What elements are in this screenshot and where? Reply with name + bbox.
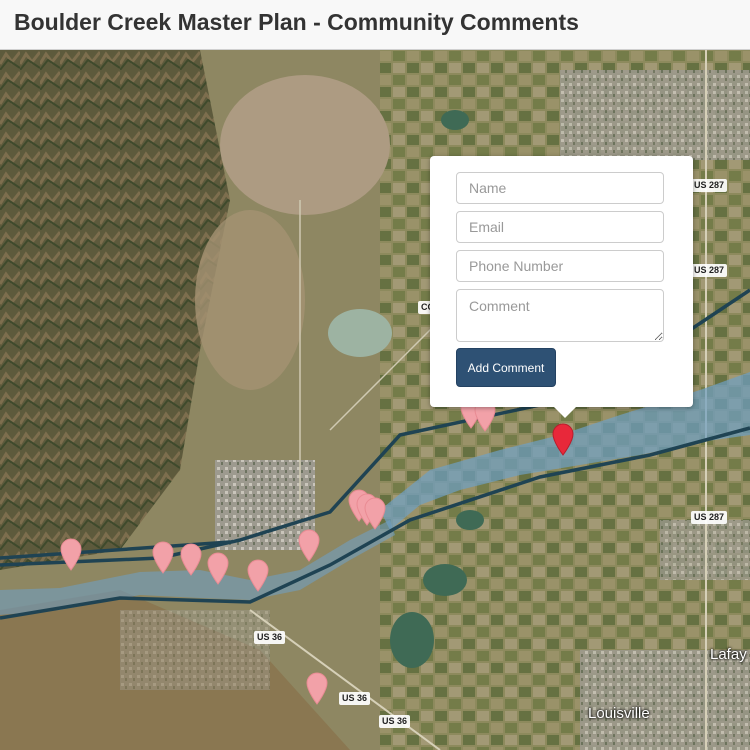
name-input[interactable]: [456, 172, 664, 204]
road-label-us287-south: US 287: [691, 511, 728, 524]
map-pin-icon: [306, 672, 328, 705]
comment-marker[interactable]: [305, 671, 329, 705]
map-pin-icon: [207, 552, 229, 585]
comment-marker[interactable]: [59, 537, 83, 571]
map-pin-icon: [180, 543, 202, 576]
town-label-lafayette: Lafay: [710, 646, 747, 663]
road-label-us287-north: US 287: [691, 179, 728, 192]
add-comment-button[interactable]: Add Comment: [456, 348, 556, 387]
map-pin-icon: [152, 541, 174, 574]
map-pin-icon: [247, 559, 269, 592]
map-pin-icon: [364, 497, 386, 530]
comment-marker[interactable]: [297, 528, 321, 562]
header-bar: Boulder Creek Master Plan - Community Co…: [0, 0, 750, 50]
road-label-us287-middle: US 287: [691, 264, 728, 277]
comment-marker[interactable]: [246, 558, 270, 592]
popup-pointer: [554, 407, 576, 418]
phone-number-input[interactable]: [456, 250, 664, 282]
comment-marker[interactable]: [363, 496, 387, 530]
comment-textarea[interactable]: [456, 289, 664, 342]
road-label-us36-west: US 36: [254, 631, 286, 644]
town-label-louisville: Louisville: [588, 705, 650, 722]
email-input[interactable]: [456, 211, 664, 243]
add-comment-popup: Add Comment: [430, 156, 693, 418]
comment-marker[interactable]: [151, 540, 175, 574]
road-label-us36-east: US 36: [379, 715, 411, 728]
map-pin-icon: [60, 538, 82, 571]
map-pin-icon: [298, 529, 320, 562]
road-label-us36-middle: US 36: [339, 692, 371, 705]
page-title: Boulder Creek Master Plan - Community Co…: [14, 9, 579, 35]
comment-marker-active[interactable]: [551, 422, 575, 456]
comment-marker[interactable]: [206, 551, 230, 585]
comment-marker[interactable]: [179, 542, 203, 576]
map-pin-icon: [552, 423, 574, 456]
